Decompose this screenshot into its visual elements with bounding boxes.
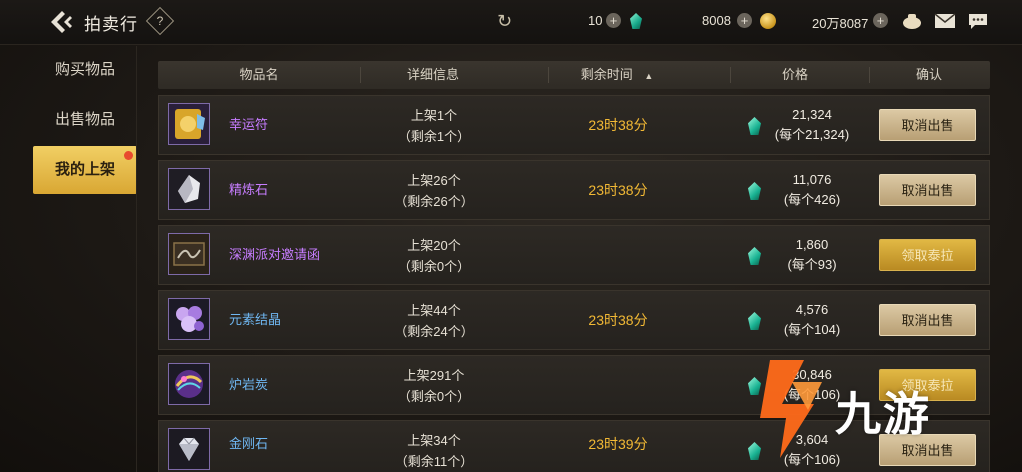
item-name: 深渊派对邀请函 <box>229 247 321 262</box>
furnace-coal-icon <box>168 363 210 405</box>
add-gem-button[interactable]: + <box>606 13 621 28</box>
gold-coin-icon <box>760 13 776 29</box>
remaining-time: 23时38分 <box>588 312 648 328</box>
diamond-icon <box>168 428 210 470</box>
table-row: 深渊派对邀请函 上架20个 （剩余0个） 1,860 (每个93) 领取泰拉 <box>158 225 990 285</box>
remaining-time <box>551 226 685 284</box>
claim-tera-button[interactable]: 领取泰拉 <box>879 239 976 271</box>
item-name: 精炼石 <box>229 182 269 197</box>
invitation-letter-icon <box>168 233 210 275</box>
item-detail: 上架291个 （剩余0个） <box>397 368 471 404</box>
currency-money-value: 20万8087 <box>812 16 869 31</box>
currency-gem-value: 10 <box>588 13 603 28</box>
table-row: 精炼石 上架26个 （剩余26个） 23时38分 11,076 (每个426) … <box>158 160 990 220</box>
sidebar-item-sell[interactable]: 出售物品 <box>33 96 137 144</box>
sort-arrow-icon: ▲ <box>644 71 654 81</box>
add-money-button[interactable]: + <box>873 13 888 28</box>
item-detail: 上架1个 （剩余1个） <box>397 108 471 144</box>
item-price: 4,576 (每个104) <box>783 302 841 337</box>
column-separator <box>548 67 549 83</box>
remaining-time <box>551 356 685 414</box>
sidebar-item-buy[interactable]: 购买物品 <box>33 46 137 94</box>
item-price: 1,860 (每个93) <box>787 237 837 272</box>
cancel-sale-button[interactable]: 取消出售 <box>879 304 976 336</box>
notification-badge <box>124 151 133 160</box>
item-price: 21,324 (每个21,324) <box>774 107 850 142</box>
lucky-charm-icon <box>168 103 210 145</box>
mail-icon[interactable] <box>934 12 956 30</box>
top-bar: 拍卖行 ? ↻ 10 + 8008 + 20万8087 + <box>0 0 1022 45</box>
remaining-time: 23时38分 <box>588 182 648 198</box>
currency-coin-value: 8008 <box>702 13 731 28</box>
sidebar: 购买物品 出售物品 我的上架 <box>33 46 137 472</box>
item-detail: 上架26个 （剩余26个） <box>394 173 474 209</box>
item-detail: 上架20个 （剩余0个） <box>397 238 471 274</box>
item-name: 元素结晶 <box>229 312 282 327</box>
watermark-text: 九游 <box>835 388 931 440</box>
refresh-icon[interactable]: ↻ <box>497 11 512 32</box>
teal-gem-icon <box>630 13 642 29</box>
column-header-detail: 详细信息 <box>406 67 459 82</box>
item-detail: 上架34个 （剩余11个） <box>394 433 474 469</box>
cancel-sale-button[interactable]: 取消出售 <box>879 109 976 141</box>
item-name: 幸运符 <box>229 117 269 132</box>
column-header-time[interactable]: 剩余时间 ▲ <box>550 61 684 89</box>
remaining-time: 23时38分 <box>588 117 648 133</box>
sidebar-item-my-listings[interactable]: 我的上架 <box>33 146 137 194</box>
column-header-price: 价格 <box>781 67 808 82</box>
item-name: 金刚石 <box>229 436 269 451</box>
add-coin-button[interactable]: + <box>737 13 752 28</box>
chat-icon[interactable] <box>967 12 989 30</box>
column-header-name: 物品名 <box>239 67 279 82</box>
money-bag-icon[interactable] <box>901 12 923 30</box>
table-header: 物品名 详细信息 剩余时间 ▲ 价格 确认 <box>158 61 990 89</box>
refining-stone-icon <box>168 168 210 210</box>
divider <box>136 46 137 472</box>
item-price: 11,076 (每个426) <box>783 172 841 207</box>
help-icon[interactable]: ? <box>145 6 175 36</box>
element-crystal-icon <box>168 298 210 340</box>
item-name: 炉岩炭 <box>229 377 269 392</box>
remaining-time: 23时39分 <box>588 436 648 452</box>
table-row: 幸运符 上架1个 （剩余1个） 23时38分 21,324 (每个21,324)… <box>158 95 990 155</box>
page-title: 拍卖行 <box>84 15 138 34</box>
back-arrow-icon[interactable] <box>48 8 78 36</box>
column-header-confirm: 确认 <box>915 67 942 82</box>
item-detail: 上架44个 （剩余24个） <box>394 303 474 339</box>
table-row: 元素结晶 上架44个 （剩余24个） 23时38分 4,576 (每个104) … <box>158 290 990 350</box>
cancel-sale-button[interactable]: 取消出售 <box>879 174 976 206</box>
